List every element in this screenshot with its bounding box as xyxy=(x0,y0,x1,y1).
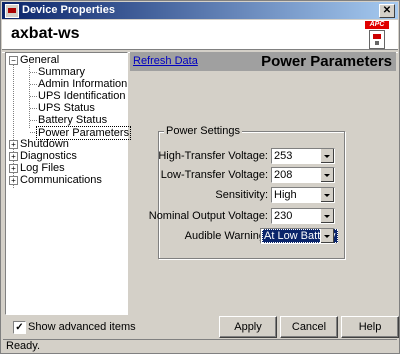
tree-item-communications[interactable]: Communications xyxy=(20,174,102,186)
low-transfer-voltage-value: 208 xyxy=(274,169,293,181)
refresh-data-link[interactable]: Refresh Data xyxy=(133,55,198,67)
sensitivity-value: High xyxy=(274,189,297,201)
expand-diagnostics-toggle[interactable]: + xyxy=(9,152,18,161)
nominal-output-voltage-value: 230 xyxy=(274,210,293,222)
low-transfer-voltage-label: Low-Transfer Voltage: xyxy=(160,169,268,181)
apc-logo-text: APC xyxy=(365,21,389,29)
window-title: Device Properties xyxy=(22,4,115,16)
power-settings-group: Power Settings High-Transfer Voltage: 25… xyxy=(149,125,345,259)
ups-device-icon xyxy=(369,30,385,49)
host-name: axbat-ws xyxy=(11,25,80,42)
navigation-tree[interactable]: − General Summary Admin Information UPS … xyxy=(5,52,132,315)
panel-title: Power Parameters xyxy=(261,53,392,70)
expand-communications-toggle[interactable]: + xyxy=(9,176,18,185)
sensitivity-row: Sensitivity: High xyxy=(159,187,344,203)
tree-item-diagnostics[interactable]: Diagnostics xyxy=(20,150,77,162)
tree-item-ups-identification[interactable]: UPS Identification xyxy=(38,90,125,102)
audible-warning-label: Audible Warning: xyxy=(184,230,268,242)
nominal-output-voltage-select[interactable]: 230 xyxy=(271,208,335,224)
device-properties-window: Device Properties ✕ axbat-ws APC − Gener… xyxy=(0,0,400,354)
low-transfer-voltage-select[interactable]: 208 xyxy=(271,167,335,183)
show-advanced-checkbox[interactable]: ✓ xyxy=(13,321,26,334)
cancel-button[interactable]: Cancel xyxy=(280,316,338,338)
audible-warning-row: Audible Warning: At Low Battery xyxy=(159,228,344,244)
expand-log-files-toggle[interactable]: + xyxy=(9,164,18,173)
show-advanced-label[interactable]: Show advanced items xyxy=(28,321,136,333)
dropdown-arrow-icon[interactable] xyxy=(320,149,334,163)
high-transfer-voltage-select[interactable]: 253 xyxy=(271,148,335,164)
tree-item-battery-status[interactable]: Battery Status xyxy=(38,114,107,126)
tree-connector xyxy=(30,84,37,85)
tree-connector xyxy=(30,72,37,73)
apply-button[interactable]: Apply xyxy=(219,316,277,338)
nominal-output-voltage-row: Nominal Output Voltage: 230 xyxy=(149,208,344,224)
dropdown-arrow-icon[interactable] xyxy=(320,168,334,182)
audible-warning-select[interactable]: At Low Battery xyxy=(260,228,338,244)
expand-shutdown-toggle[interactable]: + xyxy=(9,140,18,149)
tree-item-shutdown[interactable]: Shutdown xyxy=(20,138,69,150)
dropdown-arrow-icon[interactable] xyxy=(320,209,334,223)
tree-item-general[interactable]: General xyxy=(20,54,59,66)
status-bar: Ready. xyxy=(3,339,397,352)
tree-connector xyxy=(30,120,37,121)
tree-connector xyxy=(30,96,37,97)
nominal-output-voltage-label: Nominal Output Voltage: xyxy=(148,210,268,222)
app-icon xyxy=(5,4,19,18)
close-button[interactable]: ✕ xyxy=(379,4,395,18)
tree-item-summary[interactable]: Summary xyxy=(38,66,85,78)
high-transfer-voltage-value: 253 xyxy=(274,150,293,162)
title-bar[interactable]: Device Properties ✕ xyxy=(2,2,398,19)
help-button[interactable]: Help xyxy=(341,316,399,338)
sensitivity-label: Sensitivity: xyxy=(215,189,268,201)
high-transfer-voltage-row: High-Transfer Voltage: 253 xyxy=(158,148,344,164)
power-settings-title: Power Settings xyxy=(164,125,242,137)
tree-item-ups-status[interactable]: UPS Status xyxy=(38,102,95,114)
tree-item-admin-information[interactable]: Admin Information xyxy=(38,78,127,90)
dropdown-arrow-icon[interactable] xyxy=(320,229,334,243)
apc-logo: APC xyxy=(365,21,389,49)
dropdown-arrow-icon[interactable] xyxy=(320,188,334,202)
sensitivity-select[interactable]: High xyxy=(271,187,335,203)
tree-connector xyxy=(30,108,37,109)
collapse-general-toggle[interactable]: − xyxy=(9,56,18,65)
high-transfer-voltage-label: High-Transfer Voltage: xyxy=(158,150,268,162)
low-transfer-voltage-row: Low-Transfer Voltage: 208 xyxy=(159,167,344,183)
tree-item-log-files[interactable]: Log Files xyxy=(20,162,65,174)
header-band: axbat-ws APC xyxy=(2,20,398,49)
panel-title-bar: Refresh Data Power Parameters xyxy=(130,52,396,71)
